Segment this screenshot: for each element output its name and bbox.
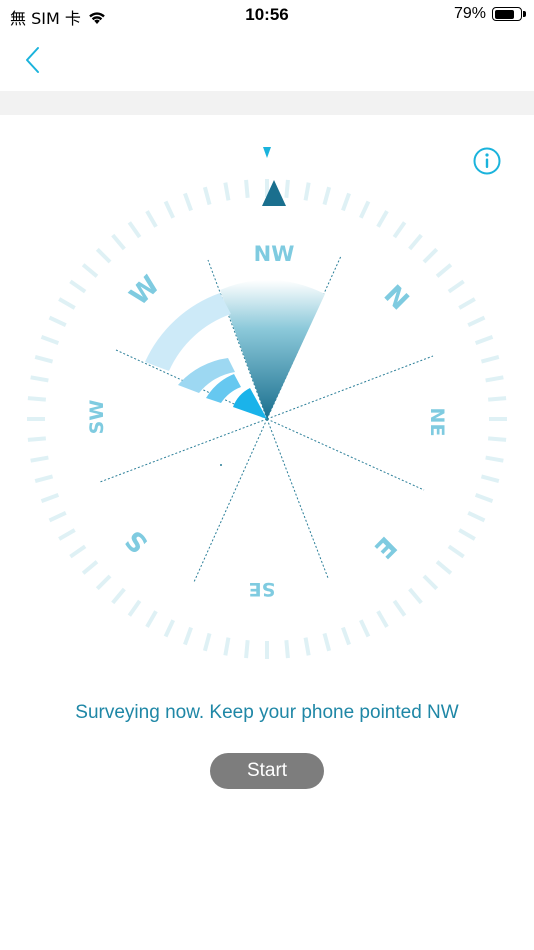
compass-tick <box>447 279 465 294</box>
section-divider <box>0 91 534 115</box>
compass-tick <box>145 210 158 228</box>
compass-tick <box>48 315 67 327</box>
compass-tick <box>111 233 126 251</box>
label-n: N <box>378 280 415 317</box>
compass-tick <box>58 528 76 541</box>
compass-tick <box>244 639 250 659</box>
instruction-text: Surveying now. Keep your phone pointed N… <box>75 702 459 723</box>
compass-tick <box>458 528 476 541</box>
chevron-left-icon <box>26 47 39 73</box>
compass-tick <box>408 587 423 605</box>
compass-tick <box>422 574 439 591</box>
compass-tick <box>183 626 193 646</box>
compass-tick <box>284 179 290 199</box>
compass-tick <box>376 210 389 228</box>
compass-tick <box>40 493 60 503</box>
compass-tick <box>322 186 332 206</box>
compass-tick <box>359 619 371 638</box>
compass-tick <box>435 263 453 278</box>
compass-tick <box>303 637 311 656</box>
compass-tick <box>69 279 87 294</box>
compass-tick <box>303 182 311 201</box>
compass-tick <box>81 560 99 575</box>
compass-tick <box>284 639 290 659</box>
compass-tick <box>474 493 494 503</box>
compass-tick <box>81 263 99 278</box>
compass-tick <box>392 599 407 617</box>
compass-tick <box>422 247 439 264</box>
compass-tick <box>474 335 494 345</box>
battery-icon <box>492 7 526 21</box>
compass-tick <box>487 436 507 442</box>
compass-tick <box>341 192 351 212</box>
compass-tick <box>408 233 423 251</box>
compass-tick <box>48 511 67 523</box>
compass-tick <box>244 179 250 199</box>
compass-tick <box>467 511 486 523</box>
compass-tick <box>183 192 193 212</box>
compass-tick <box>127 599 142 617</box>
compass-tick <box>487 396 507 402</box>
compass-tick <box>95 574 112 591</box>
direction-cone <box>220 279 325 419</box>
compass-tick <box>359 200 371 219</box>
compass-tick <box>111 587 126 605</box>
status-bar: 無 SIM 卡 10:56 79% <box>0 0 534 32</box>
compass-tick <box>69 544 87 559</box>
status-right: 79% <box>453 5 526 23</box>
compass-tick <box>34 354 54 364</box>
battery-fill <box>494 9 515 19</box>
label-w: W <box>124 270 165 311</box>
heading-pointer-icon <box>263 147 271 158</box>
compass-tick <box>27 396 47 402</box>
compass-tick <box>223 182 231 201</box>
compass-tick <box>202 632 212 652</box>
compass-tick <box>458 297 476 310</box>
compass-tick <box>163 619 175 638</box>
compass-tick <box>95 247 112 264</box>
battery-cap <box>523 11 526 17</box>
center-dot <box>220 464 222 466</box>
label-s: S <box>120 524 154 558</box>
screen: 無 SIM 卡 10:56 79% NW N NE E SE S SW W Su… <box>0 0 534 950</box>
nav-bar <box>0 32 534 90</box>
compass-tick <box>341 626 351 646</box>
compass-tick <box>163 200 175 219</box>
compass-tick <box>447 544 465 559</box>
start-button[interactable]: Start <box>210 753 324 789</box>
compass-tick <box>435 560 453 575</box>
compass-tick <box>58 297 76 310</box>
compass-tick <box>485 455 504 463</box>
label-sw: SW <box>86 400 108 435</box>
compass-tick <box>485 375 504 383</box>
compass-tick <box>40 335 60 345</box>
compass-tick <box>30 375 49 383</box>
compass-tick <box>34 474 54 484</box>
back-button[interactable] <box>18 42 52 78</box>
compass: NW N NE E SE S SW W <box>27 147 507 659</box>
label-ne: NE <box>426 408 448 437</box>
compass-tick <box>480 474 500 484</box>
compass-tick <box>480 354 500 364</box>
compass-tick <box>145 610 158 628</box>
compass-tick <box>202 186 212 206</box>
battery-percent: 79% <box>453 5 486 22</box>
compass-tick <box>467 315 486 327</box>
label-se: SE <box>249 578 276 600</box>
compass-tick <box>223 637 231 656</box>
compass-tick <box>376 610 389 628</box>
compass-tick <box>127 221 142 239</box>
compass-tick <box>392 221 407 239</box>
compass-tick <box>30 455 49 463</box>
compass-tick <box>27 436 47 442</box>
label-e: E <box>368 530 402 564</box>
label-nw: NW <box>254 242 295 266</box>
compass-tick <box>322 632 332 652</box>
